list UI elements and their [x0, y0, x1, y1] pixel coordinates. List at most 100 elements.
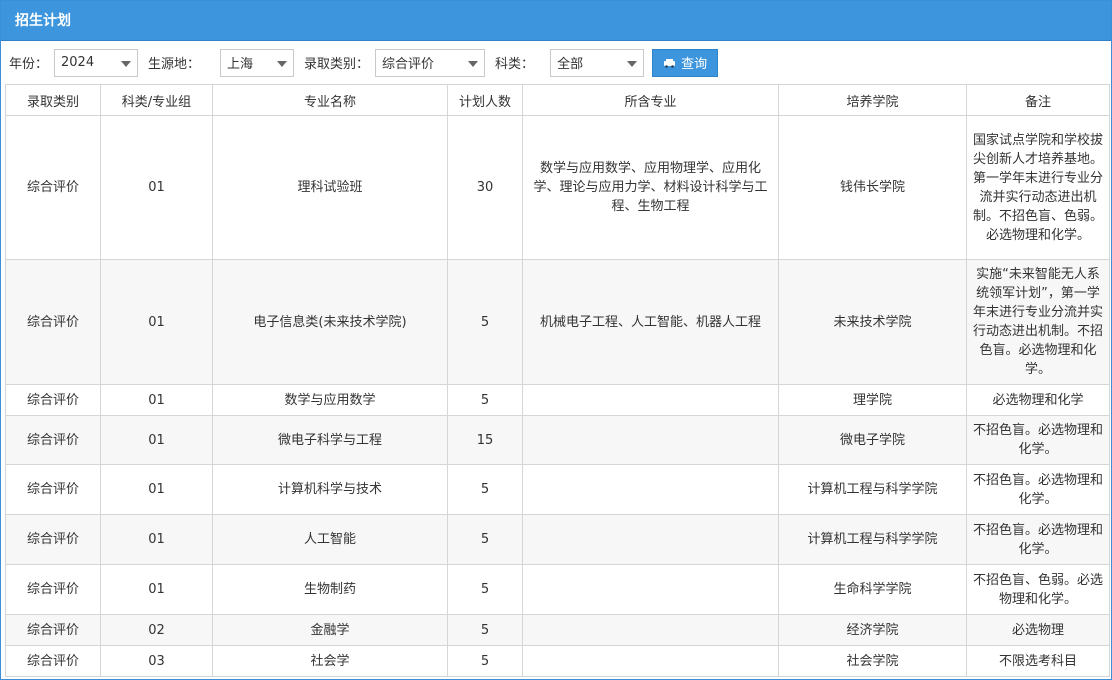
- chevron-down-icon: [277, 60, 288, 67]
- table-cell: 不招色盲、色弱。必选物理和化学。: [966, 564, 1110, 615]
- table-cell: 未来技术学院: [778, 259, 967, 385]
- table-cell: 必选物理: [966, 614, 1110, 646]
- table-row: 综合评价 01 理科试验班 30 数学与应用数学、应用物理学、应用化学、理论与应…: [5, 115, 1110, 260]
- table-row: 综合评价 01 生物制药 5 生命科学学院 不招色盲、色弱。必选物理和化学。: [5, 564, 1110, 615]
- table-cell: 不招色盲。必选物理和化学。: [966, 415, 1110, 465]
- table-cell: 综合评价: [5, 514, 101, 565]
- column-header: 备注: [966, 84, 1110, 116]
- table-cell: [522, 415, 779, 465]
- subject-select[interactable]: 全部: [550, 48, 645, 77]
- year-select-value: 2024: [61, 55, 95, 70]
- table-cell: 理科试验班: [212, 115, 448, 260]
- table-cell: 01: [100, 514, 213, 565]
- year-label: 年份：: [9, 57, 49, 72]
- source-label: 生源地：: [148, 57, 201, 72]
- table-cell: 5: [447, 259, 523, 385]
- table-cell: [522, 384, 779, 416]
- enrollment-plan-panel: 招生计划 年份： 2024 生源地： 上海 录取类别： 综合评价 科类： 全部: [0, 0, 1112, 680]
- table-cell: 01: [100, 564, 213, 615]
- table-cell: 微电子科学与工程: [212, 415, 448, 465]
- table-cell: 01: [100, 115, 213, 260]
- table-cell: 微电子学院: [778, 415, 967, 465]
- table-row: 综合评价 03 社会学 5 社会学院 不限选考科目: [5, 645, 1110, 677]
- table-header-row: 录取类别 科类/专业组 专业名称 计划人数 所含专业 培养学院 备注: [5, 84, 1110, 116]
- year-select[interactable]: 2024: [54, 48, 139, 77]
- table-cell: [522, 464, 779, 515]
- table-cell: 实施“未来智能无人系统领军计划”，第一学年末进行专业分流并实行动态进出机制。不招…: [966, 259, 1110, 385]
- table-cell: [522, 614, 779, 646]
- table-cell: 经济学院: [778, 614, 967, 646]
- table-cell: 人工智能: [212, 514, 448, 565]
- chevron-down-icon: [468, 60, 479, 67]
- table-cell: 机械电子工程、人工智能、机器人工程: [522, 259, 779, 385]
- table-cell: 02: [100, 614, 213, 646]
- table-cell: 社会学: [212, 645, 448, 677]
- table-row: 综合评价 01 人工智能 5 计算机工程与科学学院 不招色盲。必选物理和化学。: [5, 514, 1110, 565]
- filter-bar: 年份： 2024 生源地： 上海 录取类别： 综合评价 科类： 全部 查询: [1, 41, 1111, 84]
- column-header: 录取类别: [5, 84, 101, 116]
- admission-type-select-value: 综合评价: [382, 57, 435, 72]
- table-cell: 综合评价: [5, 259, 101, 385]
- table-cell: 生命科学学院: [778, 564, 967, 615]
- table-cell: [522, 564, 779, 615]
- table-cell: 计算机工程与科学学院: [778, 514, 967, 565]
- table-cell: 5: [447, 645, 523, 677]
- table-row: 综合评价 01 计算机科学与技术 5 计算机工程与科学学院 不招色盲。必选物理和…: [5, 464, 1110, 515]
- column-header: 所含专业: [522, 84, 779, 116]
- table-cell: 数学与应用数学: [212, 384, 448, 416]
- column-header: 培养学院: [778, 84, 967, 116]
- table-cell: 钱伟长学院: [778, 115, 967, 260]
- table-cell: 不招色盲。必选物理和化学。: [966, 514, 1110, 565]
- table-cell: 03: [100, 645, 213, 677]
- table-row: 综合评价 01 数学与应用数学 5 理学院 必选物理和化学: [5, 384, 1110, 416]
- source-select-value: 上海: [227, 57, 254, 72]
- table-cell: 综合评价: [5, 645, 101, 677]
- table-cell: 01: [100, 384, 213, 416]
- table-cell: 金融学: [212, 614, 448, 646]
- table-cell: 01: [100, 464, 213, 515]
- table-cell: 生物制药: [212, 564, 448, 615]
- table-cell: 计算机科学与技术: [212, 464, 448, 515]
- table-cell: 计算机工程与科学学院: [778, 464, 967, 515]
- table-cell: 不招色盲。必选物理和化学。: [966, 464, 1110, 515]
- table-cell: 综合评价: [5, 464, 101, 515]
- table-cell: 国家试点学院和学校拔尖创新人才培养基地。第一学年末进行专业分流并实行动态进出机制…: [966, 115, 1110, 260]
- query-button-label: 查询: [681, 57, 708, 72]
- chevron-down-icon: [627, 60, 638, 67]
- query-button[interactable]: 查询: [652, 48, 719, 77]
- table-cell: 理学院: [778, 384, 967, 416]
- table-cell: 综合评价: [5, 564, 101, 615]
- table-row: 综合评价 01 电子信息类(未来技术学院) 5 机械电子工程、人工智能、机器人工…: [5, 259, 1110, 385]
- table-cell: 5: [447, 564, 523, 615]
- subject-select-value: 全部: [557, 57, 584, 72]
- column-header: 计划人数: [447, 84, 523, 116]
- table-cell: 5: [447, 464, 523, 515]
- table-cell: 不限选考科目: [966, 645, 1110, 677]
- table-cell: 15: [447, 415, 523, 465]
- source-select[interactable]: 上海: [220, 48, 295, 77]
- enrollment-table: 录取类别 科类/专业组 专业名称 计划人数 所含专业 培养学院 备注 综合评价 …: [5, 84, 1110, 677]
- panel-title: 招生计划: [1, 1, 1111, 41]
- car-icon: [663, 58, 676, 68]
- table-cell: 社会学院: [778, 645, 967, 677]
- admission-type-select[interactable]: 综合评价: [375, 48, 486, 77]
- admission-type-label: 录取类别：: [304, 57, 370, 72]
- table-cell: 01: [100, 259, 213, 385]
- table-cell: 综合评价: [5, 384, 101, 416]
- table-cell: 综合评价: [5, 614, 101, 646]
- column-header: 科类/专业组: [100, 84, 213, 116]
- table-row: 综合评价 01 微电子科学与工程 15 微电子学院 不招色盲。必选物理和化学。: [5, 415, 1110, 465]
- table-cell: 30: [447, 115, 523, 260]
- table-cell: [522, 514, 779, 565]
- table-cell: 必选物理和化学: [966, 384, 1110, 416]
- chevron-down-icon: [121, 60, 132, 67]
- table-cell: 5: [447, 384, 523, 416]
- table-cell: 电子信息类(未来技术学院): [212, 259, 448, 385]
- table-cell: 综合评价: [5, 115, 101, 260]
- subject-label: 科类：: [495, 57, 535, 72]
- table-row: 综合评价 02 金融学 5 经济学院 必选物理: [5, 614, 1110, 646]
- table-cell: 5: [447, 514, 523, 565]
- table-cell: 5: [447, 614, 523, 646]
- table-cell: 综合评价: [5, 415, 101, 465]
- table-cell: 数学与应用数学、应用物理学、应用化学、理论与应用力学、材料设计科学与工程、生物工…: [522, 115, 779, 260]
